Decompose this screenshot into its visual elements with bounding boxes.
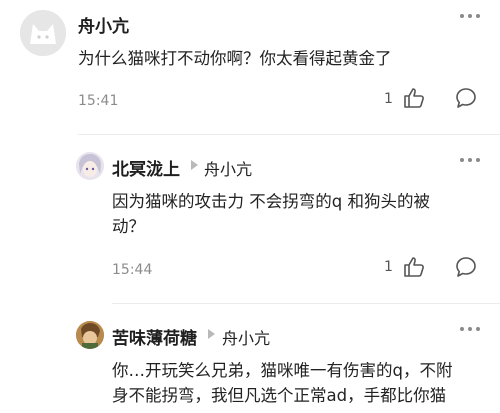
reply-text-line: 因为猫咪的攻击力 不会拐弯的q 和狗头的被	[112, 192, 430, 211]
divider	[112, 303, 500, 304]
avatar[interactable]	[20, 10, 66, 56]
reply-to-name[interactable]: 舟小亢	[204, 156, 252, 180]
comment-bubble-icon[interactable]	[454, 255, 478, 279]
more-dots-icon[interactable]	[460, 158, 480, 162]
more-dots-icon[interactable]	[460, 14, 480, 18]
avatar[interactable]	[76, 321, 104, 349]
comment-bubble-icon[interactable]	[454, 86, 478, 110]
like-count: 1	[384, 259, 393, 275]
reply-text-line: 动？	[112, 217, 145, 236]
reply-author[interactable]: 北冥泷上	[112, 155, 180, 180]
reply-text-line: 身不能拐弯，我但凡选个正常ad，手都比你猫	[112, 386, 447, 405]
divider	[78, 134, 500, 135]
thumbs-up-icon[interactable]	[402, 255, 426, 279]
reply-author[interactable]: 苦味薄荷糖	[112, 324, 197, 349]
avatar[interactable]	[76, 152, 104, 180]
like-count: 1	[384, 91, 393, 107]
reply-text-line: 你…开玩笑么兄弟，猫咪唯一有伤害的q，不附	[112, 361, 453, 380]
anime-avatar-icon	[76, 152, 104, 180]
character-avatar-icon	[76, 321, 104, 349]
comment-time: 15:41	[78, 93, 119, 109]
thumbs-up-icon[interactable]	[402, 86, 426, 110]
default-avatar-icon	[20, 10, 66, 56]
more-dots-icon[interactable]	[460, 327, 480, 331]
comment-text: 为什么猫咪打不动你啊？你太看得起黄金了	[78, 49, 392, 68]
reply-to-name[interactable]: 舟小亢	[222, 325, 270, 349]
reply-arrow-icon	[191, 160, 198, 170]
reply-arrow-icon	[208, 329, 215, 339]
comment-author[interactable]: 舟小亢	[78, 12, 129, 37]
reply-time: 15:44	[112, 262, 153, 278]
